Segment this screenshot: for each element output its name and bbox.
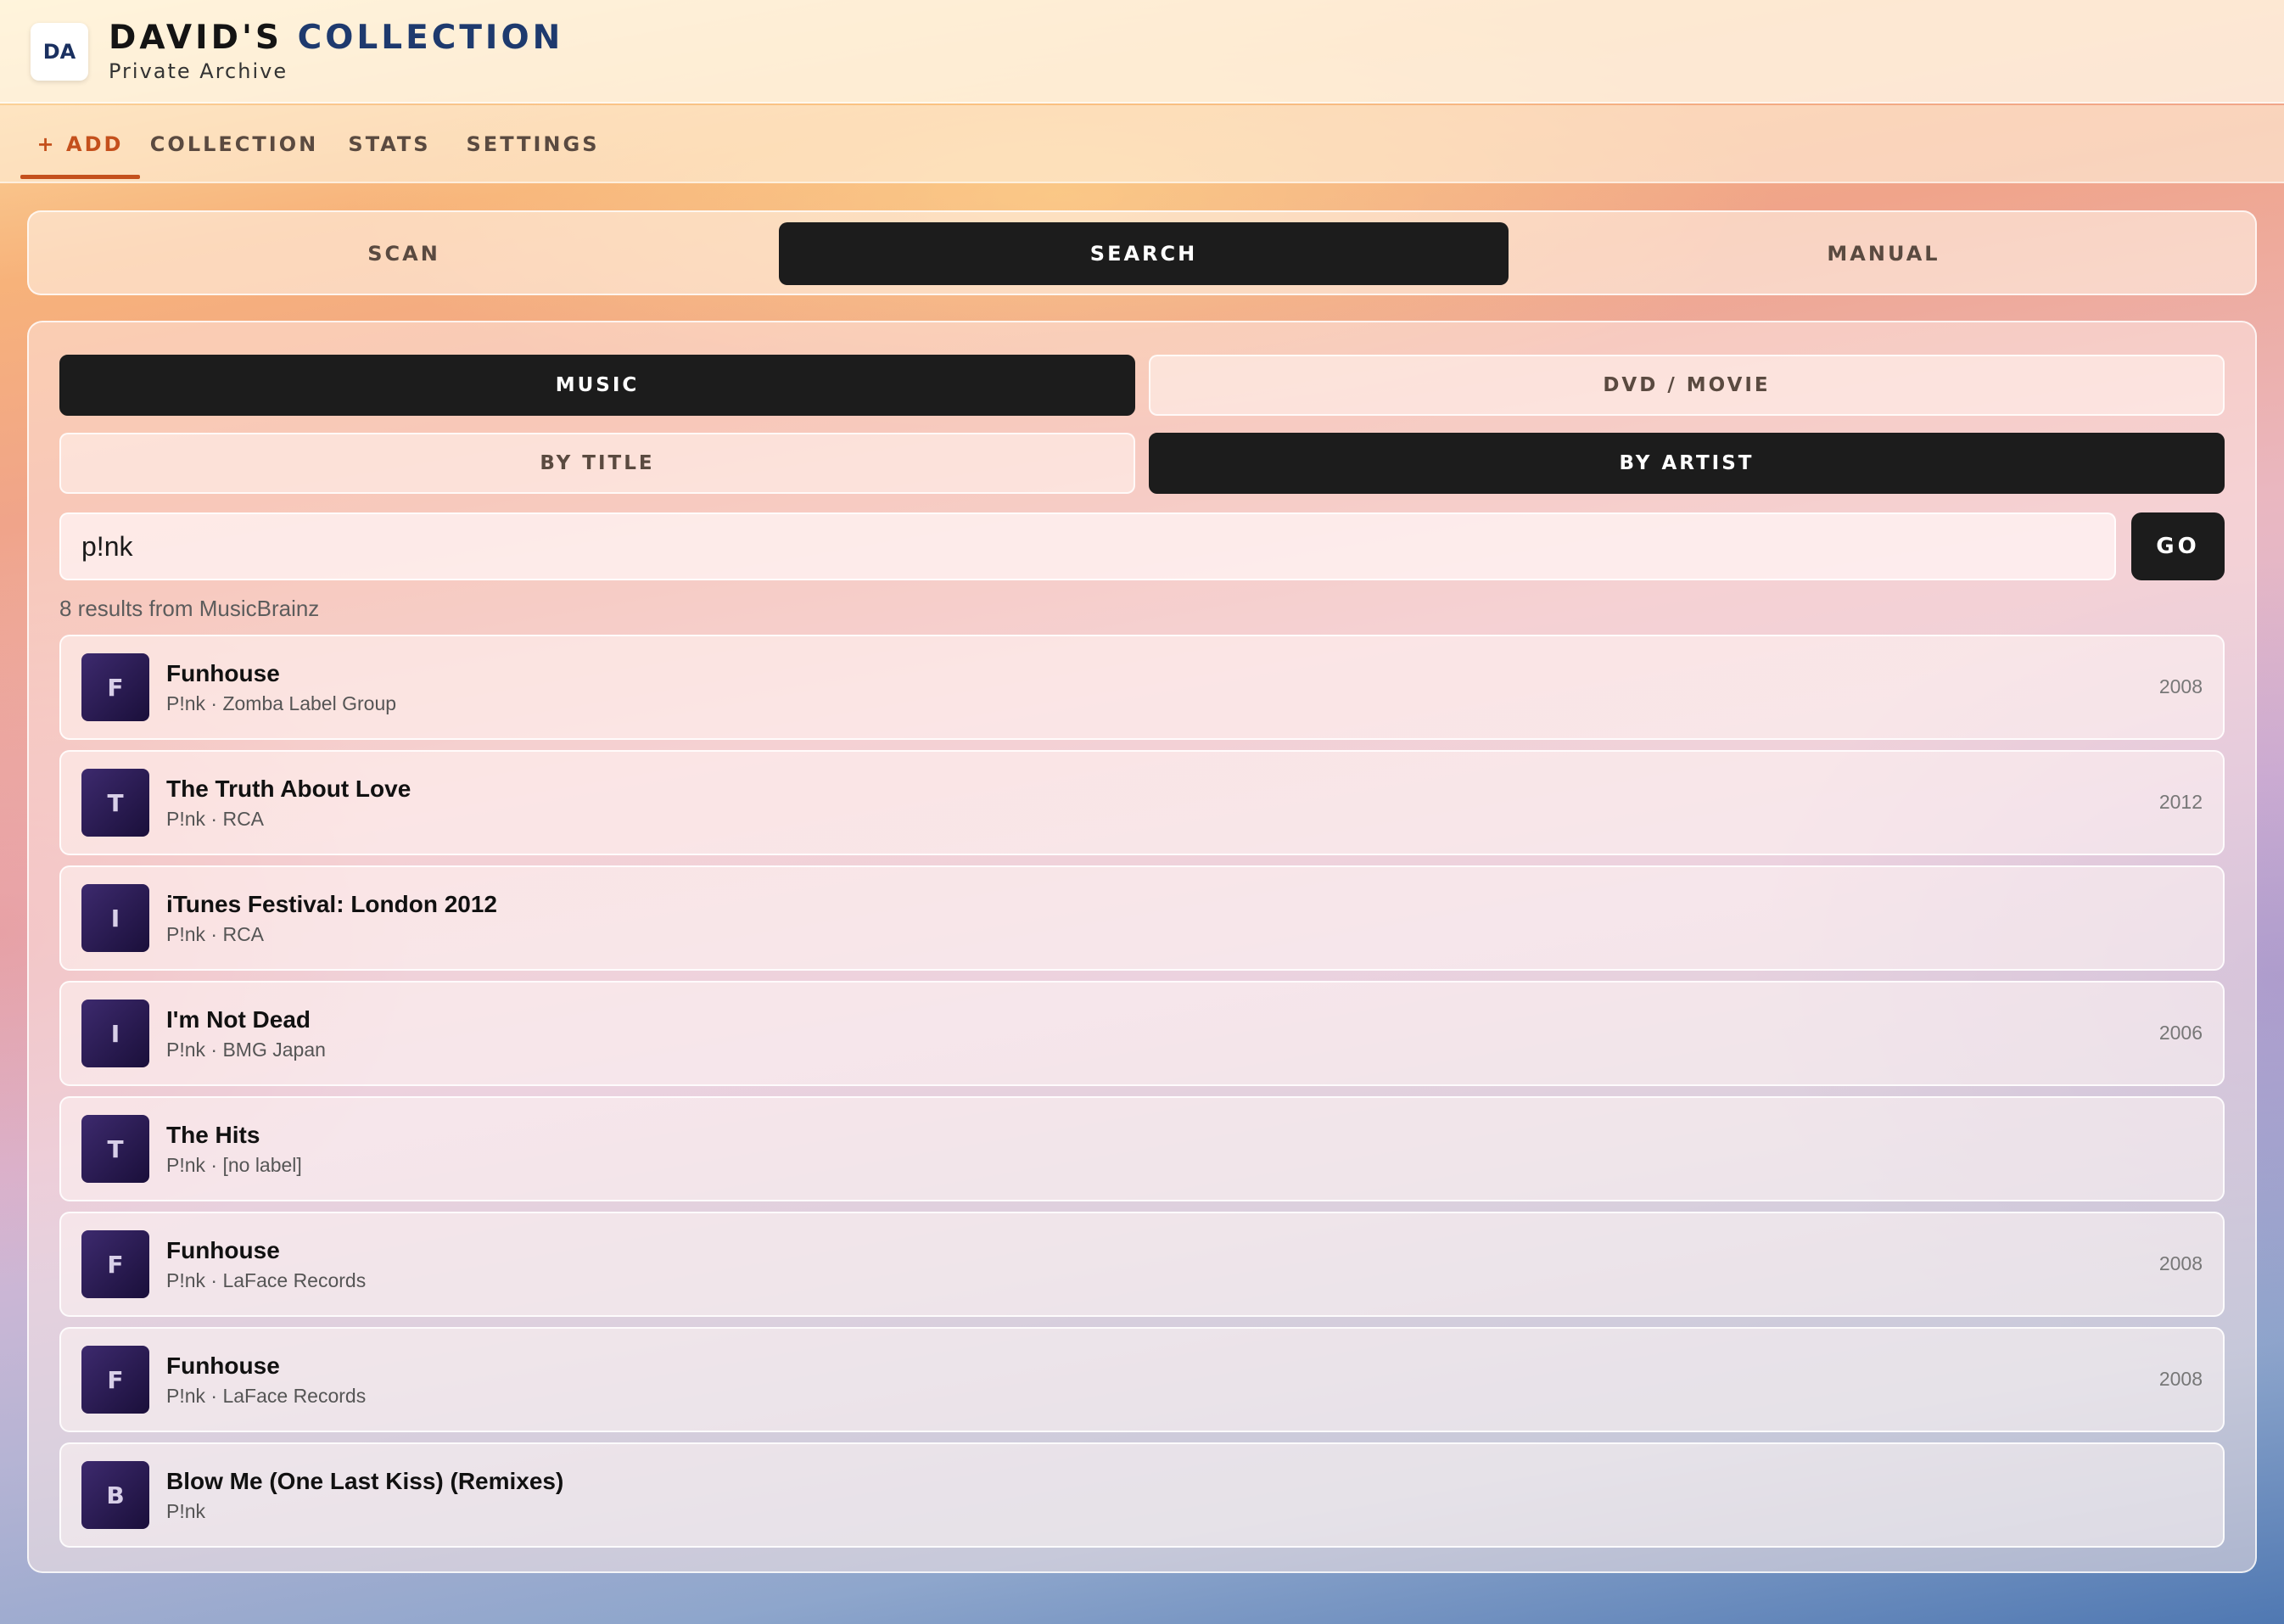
result-row[interactable]: F Funhouse P!nk · LaFace Records 2008 [59,1327,2225,1432]
go-button[interactable]: GO [2131,512,2225,580]
brand-title-collection: COLLECTION [297,19,564,57]
result-row[interactable]: F Funhouse P!nk · Zomba Label Group 2008 [59,635,2225,740]
result-artist-label: P!nk · [no label] [166,1154,302,1176]
mode-scan-button[interactable]: SCAN [39,222,769,285]
result-artist-label: P!nk · BMG Japan [166,1039,326,1061]
result-artist-label: P!nk [166,1500,206,1522]
media-type-dvd-button[interactable]: DVD / MOVIE [1149,355,2225,416]
result-artist-label: P!nk · LaFace Records [166,1269,367,1291]
result-title: Funhouse [166,1237,280,1263]
album-thumbnail: T [81,1115,149,1183]
result-artist-label: P!nk · Zomba Label Group [166,692,397,714]
album-thumbnail: F [81,1230,149,1298]
result-artist-label: P!nk · LaFace Records [166,1385,367,1407]
result-title: Blow Me (One Last Kiss) (Remixes) [166,1468,564,1494]
search-by-title-button[interactable]: BY TITLE [59,433,1135,494]
result-title: iTunes Festival: London 2012 [166,891,498,917]
top-bar: DA DAVID'S COLLECTION Private Archive [0,0,2284,104]
result-year: 2008 [2158,675,2203,697]
add-mode-switch: SCAN SEARCH MANUAL [27,210,2257,295]
logo-badge: DA [31,23,88,81]
main-nav: + ADD COLLECTION STATS SETTINGS [0,105,2284,183]
result-title: The Truth About Love [166,776,411,802]
tab-settings[interactable]: SETTINGS [467,105,597,183]
result-year: 2008 [2158,1368,2203,1390]
tab-add[interactable]: + ADD [20,105,140,183]
result-title: I'm Not Dead [166,1006,311,1033]
brand-subtitle: Private Archive [109,59,288,83]
search-by-artist-button[interactable]: BY ARTIST [1149,433,2225,494]
brand-title-owner: DAVID'S [109,19,283,57]
mode-manual-button[interactable]: MANUAL [1519,222,2248,285]
result-year: 2012 [2158,791,2203,813]
media-type-music-button[interactable]: MUSIC [59,355,1135,416]
mode-search-button[interactable]: SEARCH [779,222,1509,285]
results-count: 8 results from MusicBrainz [59,596,320,621]
album-thumbnail: T [81,769,149,837]
result-title: Funhouse [166,660,280,686]
result-year: 2006 [2158,1022,2203,1044]
result-artist-label: P!nk · RCA [166,808,265,830]
search-input[interactable] [59,512,2116,580]
result-row[interactable]: I I'm Not Dead P!nk · BMG Japan 2006 [59,981,2225,1086]
tab-collection[interactable]: COLLECTION [150,105,316,183]
tab-stats[interactable]: STATS [348,105,429,183]
album-thumbnail: I [81,884,149,952]
result-artist-label: P!nk · RCA [166,923,265,945]
album-thumbnail: B [81,1461,149,1529]
result-row[interactable]: T The Truth About Love P!nk · RCA 2012 [59,750,2225,855]
brand-title: DAVID'S COLLECTION [109,19,563,57]
result-row[interactable]: F Funhouse P!nk · LaFace Records 2008 [59,1212,2225,1317]
result-row[interactable]: T The Hits P!nk · [no label] [59,1096,2225,1201]
album-thumbnail: I [81,1000,149,1067]
search-panel: MUSIC DVD / MOVIE BY TITLE BY ARTIST GO … [27,321,2257,1573]
album-thumbnail: F [81,1346,149,1414]
result-title: Funhouse [166,1352,280,1379]
active-tab-indicator [20,175,140,179]
result-row[interactable]: I iTunes Festival: London 2012 P!nk · RC… [59,865,2225,971]
album-thumbnail: F [81,653,149,721]
result-year: 2008 [2158,1252,2203,1274]
result-title: The Hits [166,1122,260,1148]
result-row[interactable]: B Blow Me (One Last Kiss) (Remixes) P!nk [59,1442,2225,1548]
